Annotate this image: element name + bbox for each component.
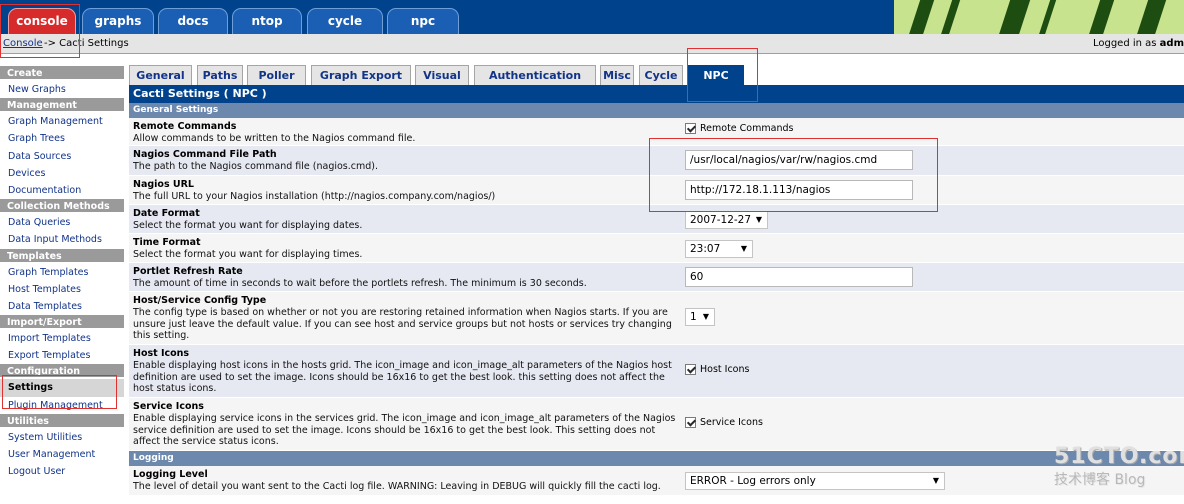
- remote-commands-desc: Allow commands to be written to the Nagi…: [133, 133, 416, 144]
- nagios-url-desc: The full URL to your Nagios installation…: [133, 191, 496, 202]
- date-format-title: Date Format: [133, 208, 200, 219]
- tab-graph-export[interactable]: Graph Export: [311, 65, 411, 85]
- service-icons-checkbox[interactable]: [685, 417, 696, 428]
- host-icons-desc: Enable displaying host icons in the host…: [133, 360, 672, 394]
- portlet-refresh-input[interactable]: 60: [685, 267, 913, 287]
- chevron-down-icon: ▼: [932, 476, 939, 485]
- annotation-box-npc-tab: [687, 48, 758, 102]
- logging-level-title: Logging Level: [133, 469, 208, 480]
- nagios-url-title: Nagios URL: [133, 179, 194, 190]
- sidebar-item-logout-user[interactable]: Logout User: [0, 463, 124, 481]
- nagios-command-file-title: Nagios Command File Path: [133, 149, 277, 160]
- sidebar-header-utilities: Utilities: [0, 413, 124, 429]
- tab-visual[interactable]: Visual: [415, 65, 469, 85]
- chevron-down-icon: ▼: [740, 244, 747, 253]
- top-navigation-bar: console graphs docs ntop cycle npc: [0, 0, 1184, 34]
- sidebar-header-create: Create: [0, 66, 124, 81]
- time-format-title: Time Format: [133, 237, 201, 248]
- service-icons-checkbox-label: Service Icons: [700, 417, 763, 428]
- row-time-format: Time Format Select the format you want f…: [129, 234, 1184, 263]
- sidebar-item-import-templates[interactable]: Import Templates: [0, 330, 124, 348]
- chevron-down-icon: ▼: [702, 312, 709, 321]
- sidebar-item-system-utilities[interactable]: System Utilities: [0, 428, 124, 446]
- sidebar-item-data-sources[interactable]: Data Sources: [0, 147, 124, 165]
- row-config-type: Host/Service Config Type The config type…: [129, 292, 1184, 345]
- sidebar-item-graph-management[interactable]: Graph Management: [0, 113, 124, 131]
- sidebar-item-data-queries[interactable]: Data Queries: [0, 214, 124, 232]
- sidebar-item-export-templates[interactable]: Export Templates: [0, 347, 124, 365]
- tab-poller[interactable]: Poller: [247, 65, 306, 85]
- tab-npc[interactable]: npc: [387, 8, 459, 34]
- tab-misc[interactable]: Misc: [600, 65, 634, 85]
- row-portlet-refresh: Portlet Refresh Rate The amount of time …: [129, 263, 1184, 292]
- service-icons-title: Service Icons: [133, 401, 204, 412]
- form-title: Cacti Settings ( NPC ): [129, 85, 1184, 103]
- sidebar-item-graph-trees[interactable]: Graph Trees: [0, 130, 124, 148]
- row-service-icons: Service Icons Enable displaying service …: [129, 398, 1184, 451]
- tab-graphs[interactable]: graphs: [82, 8, 154, 34]
- row-logging-level: Logging Level The level of detail you wa…: [129, 466, 1184, 496]
- watermark: 51CTO.com 技术博客 Blog: [1054, 444, 1184, 494]
- tab-cycle-settings[interactable]: Cycle: [639, 65, 683, 85]
- row-host-icons: Host Icons Enable displaying host icons …: [129, 345, 1184, 398]
- host-icons-checkbox-label: Host Icons: [700, 364, 750, 375]
- annotation-box-console: [0, 4, 80, 58]
- config-type-select[interactable]: 1 ▼: [685, 308, 715, 326]
- time-format-desc: Select the format you want for displayin…: [133, 249, 363, 260]
- login-user: adm: [1159, 38, 1184, 49]
- remote-commands-checkbox[interactable]: [685, 123, 696, 134]
- remote-commands-checkbox-label: Remote Commands: [700, 123, 794, 134]
- tab-docs[interactable]: docs: [158, 8, 228, 34]
- date-format-desc: Select the format you want for displayin…: [133, 220, 363, 231]
- cacti-logo: [894, 0, 1184, 34]
- section-general-settings: General Settings: [129, 103, 1184, 118]
- sidebar-header-collection-methods: Collection Methods: [0, 199, 124, 215]
- annotation-box-nagios-fields: [649, 138, 938, 212]
- watermark-blog: 技术博客 Blog: [1054, 472, 1146, 488]
- time-format-select[interactable]: 23:07 ▼: [685, 240, 753, 258]
- host-icons-title: Host Icons: [133, 348, 190, 359]
- sidebar-header-templates: Templates: [0, 248, 124, 264]
- date-format-select[interactable]: 2007-12-27 ▼: [685, 211, 768, 229]
- watermark-brand: 51CTO.com: [1054, 444, 1184, 469]
- sidebar-header-management: Management: [0, 98, 124, 114]
- service-icons-desc: Enable displaying service icons in the s…: [133, 413, 676, 447]
- portlet-refresh-title: Portlet Refresh Rate: [133, 266, 243, 277]
- nagios-command-file-desc: The path to the Nagios command file (nag…: [133, 161, 379, 172]
- tab-general[interactable]: General: [129, 65, 192, 85]
- sidebar-item-devices[interactable]: Devices: [0, 164, 124, 182]
- sidebar-item-new-graphs[interactable]: New Graphs: [0, 81, 124, 99]
- chevron-down-icon: ▼: [755, 215, 762, 224]
- tab-authentication[interactable]: Authentication: [474, 65, 596, 85]
- sidebar-item-host-templates[interactable]: Host Templates: [0, 280, 124, 298]
- section-logging: Logging: [129, 451, 1184, 466]
- logging-level-select[interactable]: ERROR - Log errors only ▼: [685, 472, 945, 490]
- breadcrumb-bar: Console -> Cacti Settings Logged in as a…: [0, 34, 1184, 54]
- tab-paths[interactable]: Paths: [197, 65, 243, 85]
- logging-level-desc: The level of detail you want sent to the…: [133, 481, 661, 492]
- portlet-refresh-desc: The amount of time in seconds to wait be…: [133, 278, 587, 289]
- login-status: Logged in as adm: [1092, 38, 1184, 49]
- tab-ntop[interactable]: ntop: [232, 8, 302, 34]
- tab-cycle[interactable]: cycle: [307, 8, 383, 34]
- config-type-title: Host/Service Config Type: [133, 295, 267, 306]
- sidebar-item-data-templates[interactable]: Data Templates: [0, 297, 124, 316]
- sidebar-item-user-management[interactable]: User Management: [0, 446, 124, 464]
- sidebar-item-documentation[interactable]: Documentation: [0, 181, 124, 200]
- sidebar-header-import-export: Import/Export: [0, 315, 124, 331]
- sidebar: Create New Graphs Management Graph Manag…: [0, 66, 124, 481]
- host-icons-checkbox[interactable]: [685, 364, 696, 375]
- annotation-box-settings: [2, 375, 117, 409]
- remote-commands-title: Remote Commands: [133, 121, 237, 132]
- config-type-desc: The config type is based on whether or n…: [133, 307, 672, 341]
- sidebar-item-data-input-methods[interactable]: Data Input Methods: [0, 231, 124, 249]
- sidebar-item-graph-templates[interactable]: Graph Templates: [0, 263, 124, 281]
